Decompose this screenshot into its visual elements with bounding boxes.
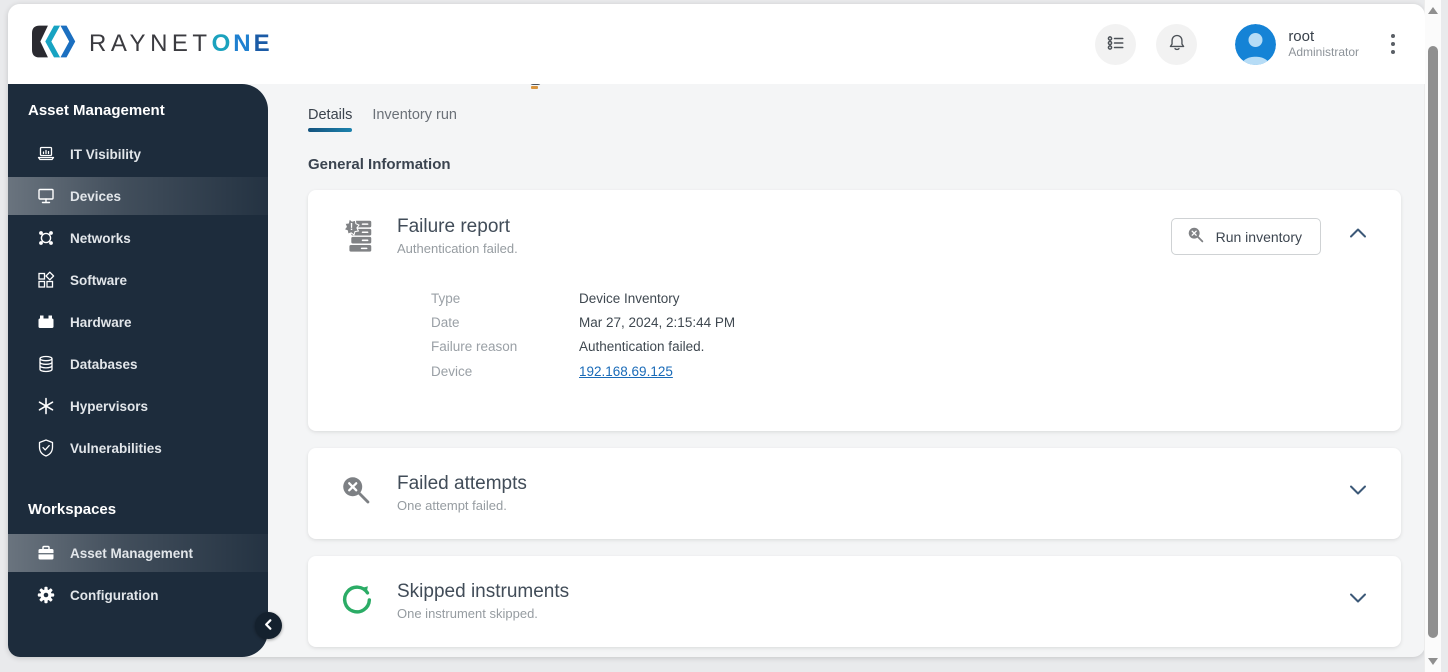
field-label: Type [431, 291, 461, 306]
vertical-scrollbar[interactable] [1424, 0, 1441, 672]
hardware-icon [36, 312, 56, 332]
field-value: Device Inventory [579, 291, 680, 306]
inventory-scan-icon [1186, 225, 1206, 248]
chevron-up-icon [1349, 227, 1367, 242]
sidebar-item-configuration[interactable]: Configuration [8, 576, 268, 614]
skipped-instruments-card: Skipped instruments One instrument skipp… [308, 555, 1401, 647]
skip-cycle-icon [338, 581, 376, 619]
raynet-logo-icon [32, 25, 76, 63]
gear-icon [36, 585, 56, 605]
sidebar-section-workspaces: Workspaces [28, 501, 117, 518]
raynet-one-logo[interactable]: RAYNETONE [32, 25, 273, 63]
failed-attempts-subtitle: One attempt failed. [397, 497, 507, 513]
field-value: Authentication failed. [579, 339, 705, 355]
sidebar-item-label: IT Visibility [70, 146, 142, 162]
failed-attempts-title: Failed attempts [397, 472, 527, 494]
sidebar-item-label: Databases [70, 356, 138, 372]
user-name: root [1288, 28, 1315, 46]
database-icon [36, 354, 56, 374]
skipped-instruments-title: Skipped instruments [397, 580, 570, 602]
notifications-button[interactable] [1156, 23, 1198, 65]
sidebar-section-asset-management: Asset Management [28, 102, 165, 119]
field-row-date: Date Mar 27, 2024, 2:15:44 PM [431, 315, 1401, 331]
app-window: RAYNETONE root Administrator Asset Manag… [8, 4, 1425, 657]
sidebar-item-label: Vulnerabilities [70, 440, 162, 456]
sidebar: Asset Management IT Visibility Devices N… [8, 84, 268, 657]
tab-bar: Details Inventory run [308, 107, 1401, 132]
laptop-chart-icon [36, 144, 56, 164]
chevron-down-icon [1349, 592, 1367, 607]
brand-wordmark: RAYNETONE [89, 30, 273, 57]
server-warning-icon: ! [338, 216, 376, 254]
run-inventory-label: Run inventory [1215, 228, 1302, 245]
field-label: Failure reason [431, 339, 518, 355]
tab-inventory-run[interactable]: Inventory run [372, 107, 457, 132]
sidebar-item-label: Software [70, 272, 128, 288]
monitor-icon [36, 186, 56, 206]
scrollbar-up-arrow[interactable] [1428, 7, 1438, 14]
search-fail-icon [338, 473, 376, 511]
expand-failed-attempts-button[interactable] [1343, 478, 1373, 505]
user-info[interactable]: root Administrator [1288, 28, 1359, 59]
sidebar-item-it-visibility[interactable]: IT Visibility [8, 135, 268, 173]
sidebar-item-label: Networks [70, 230, 131, 246]
field-label: Date [431, 315, 460, 331]
failure-report-title: Failure report [397, 216, 510, 237]
sidebar-item-software[interactable]: Software [8, 261, 268, 299]
bell-icon [1165, 31, 1189, 58]
device-ip-link[interactable]: 192.168.69.125 [579, 364, 673, 379]
chevron-left-icon [262, 618, 275, 634]
sidebar-item-vulnerabilities[interactable]: Vulnerabilities [8, 429, 268, 467]
asterisk-icon [36, 396, 56, 416]
user-role: Administrator [1288, 44, 1359, 59]
sidebar-item-label: Asset Management [70, 545, 194, 561]
field-row-failure-reason: Failure reason Authentication failed. [431, 340, 1401, 354]
sidebar-item-label: Hypervisors [70, 398, 149, 414]
field-label: Device [431, 363, 473, 379]
section-title-general-information: General Information [308, 156, 451, 173]
main-content: Details Inventory run General Informatio… [268, 80, 1425, 657]
task-list-button[interactable] [1095, 23, 1137, 65]
scrollbar-thumb[interactable] [1428, 46, 1438, 638]
sidebar-item-hypervisors[interactable]: Hypervisors [8, 387, 268, 425]
failure-report-card: ! Failure report Authentication failed. [308, 190, 1401, 431]
failed-attempts-card: Failed attempts One attempt failed. [308, 447, 1401, 539]
sidebar-item-databases[interactable]: Databases [8, 345, 268, 383]
expand-skipped-instruments-button[interactable] [1343, 586, 1373, 613]
list-icon [1104, 31, 1128, 58]
sidebar-item-label: Configuration [70, 587, 159, 603]
sidebar-collapse-button[interactable] [255, 612, 282, 639]
run-inventory-button[interactable]: Run inventory [1170, 218, 1321, 255]
user-avatar[interactable] [1235, 23, 1277, 65]
network-icon [36, 228, 56, 248]
failure-report-subtitle: Authentication failed. [397, 241, 518, 256]
sidebar-item-workspace-asset-management[interactable]: Asset Management [8, 534, 268, 572]
collapse-failure-report-button[interactable] [1343, 221, 1373, 248]
shield-check-icon [36, 438, 56, 458]
top-bar: RAYNETONE root Administrator [8, 4, 1425, 84]
sidebar-item-devices[interactable]: Devices [8, 177, 268, 215]
packages-icon [36, 270, 56, 290]
briefcase-icon [36, 543, 56, 563]
sidebar-item-networks[interactable]: Networks [8, 219, 268, 257]
overflow-menu-icon[interactable] [1387, 30, 1399, 58]
field-row-device: Device 192.168.69.125 [431, 363, 1401, 379]
scrollbar-down-arrow[interactable] [1428, 658, 1438, 665]
tab-details[interactable]: Details [308, 107, 353, 132]
sidebar-item-label: Hardware [70, 314, 132, 330]
chevron-down-icon [1349, 484, 1367, 499]
field-row-type: Type Device Inventory [431, 291, 1401, 306]
sidebar-item-hardware[interactable]: Hardware [8, 303, 268, 341]
svg-text:!: ! [350, 222, 353, 233]
sidebar-item-label: Devices [70, 188, 122, 204]
field-value: Mar 27, 2024, 2:15:44 PM [579, 315, 736, 331]
failure-report-fields: Type Device Inventory Date Mar 27, 2024,… [308, 256, 1401, 431]
skipped-instruments-subtitle: One instrument skipped. [397, 605, 538, 621]
